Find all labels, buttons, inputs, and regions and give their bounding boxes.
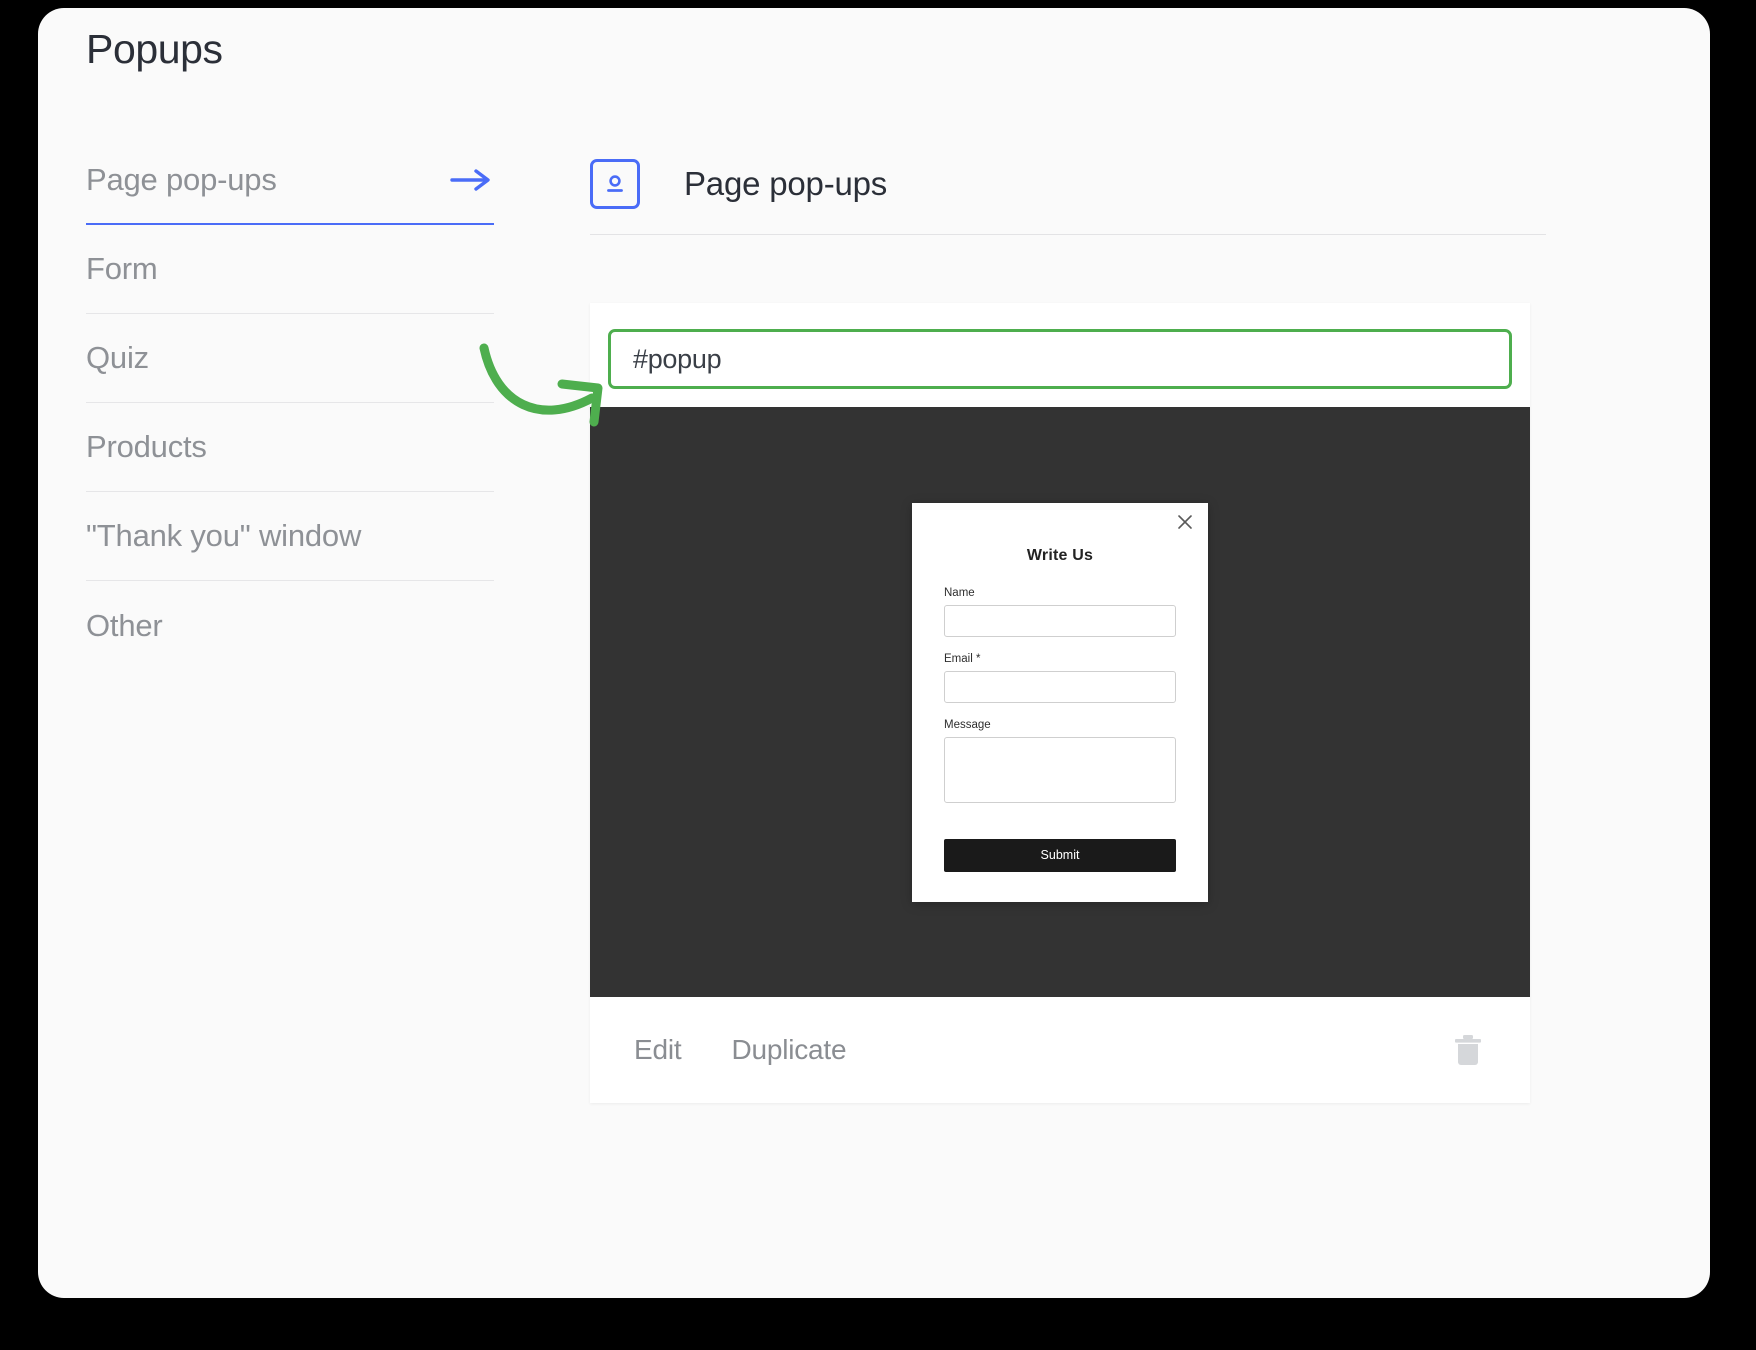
panel-header: Page pop-ups <box>590 136 1710 232</box>
anchor-row <box>590 303 1530 407</box>
sidebar-item-thank-you-window[interactable]: "Thank you" window <box>86 492 494 581</box>
app-window: Popups Page pop-ups Form Quiz Products "Than… <box>38 8 1710 1298</box>
close-icon[interactable] <box>1174 511 1196 533</box>
panel-divider <box>590 234 1546 235</box>
sidebar-item-other[interactable]: Other <box>86 581 494 670</box>
sidebar-item-quiz[interactable]: Quiz <box>86 314 494 403</box>
page-popup-icon <box>590 159 640 209</box>
sidebar-item-label: "Thank you" window <box>86 518 362 553</box>
duplicate-action[interactable]: Duplicate <box>731 1034 846 1066</box>
popup-preview-stage: Write Us Name Email * Message Submit <box>590 407 1530 997</box>
message-field[interactable] <box>944 736 1176 803</box>
popup-heading: Write Us <box>1026 546 1094 564</box>
sidebar-item-label: Other <box>86 607 163 643</box>
sidebar-item-label: Quiz <box>86 340 149 375</box>
popup-fields: Name Email * Message <box>944 587 1176 808</box>
popup-anchor-input[interactable] <box>608 329 1512 389</box>
email-field[interactable] <box>944 670 1176 703</box>
field-label: Email * <box>944 652 981 665</box>
popup-editor-card: Write Us Name Email * Message Submit Edit … <box>590 303 1530 1103</box>
sidebar-nav: Page pop-ups Form Quiz Products "Thank you" … <box>86 136 494 670</box>
submit-button[interactable]: Submit <box>944 838 1176 872</box>
sidebar-item-label: Products <box>86 429 207 464</box>
panel-title: Page pop-ups <box>684 165 888 202</box>
sidebar-item-products[interactable]: Products <box>86 403 494 492</box>
field-label: Name <box>944 586 975 599</box>
content-panel: Page pop-ups Write Us NameEmail *Me <box>590 136 1710 1298</box>
sidebar-item-page-pop-ups[interactable]: Page pop-ups <box>86 136 494 225</box>
field-label: Message <box>944 718 991 731</box>
sidebar-item-label: Form <box>86 251 158 286</box>
field-block: Message <box>944 719 1176 808</box>
page-title: Popups <box>86 26 223 72</box>
name-field[interactable] <box>944 604 1176 637</box>
arrow-right-icon[interactable] <box>450 167 494 193</box>
sidebar-item-label: Page pop-ups <box>86 161 277 197</box>
popup-preview: Write Us Name Email * Message Submit <box>912 502 1208 902</box>
sidebar-item-form[interactable]: Form <box>86 225 494 314</box>
popup-card-footer: Edit Duplicate <box>590 997 1530 1103</box>
trash-icon[interactable] <box>1450 1030 1486 1070</box>
field-block: Name <box>944 587 1176 637</box>
field-block: Email * <box>944 653 1176 703</box>
edit-action[interactable]: Edit <box>634 1034 682 1066</box>
